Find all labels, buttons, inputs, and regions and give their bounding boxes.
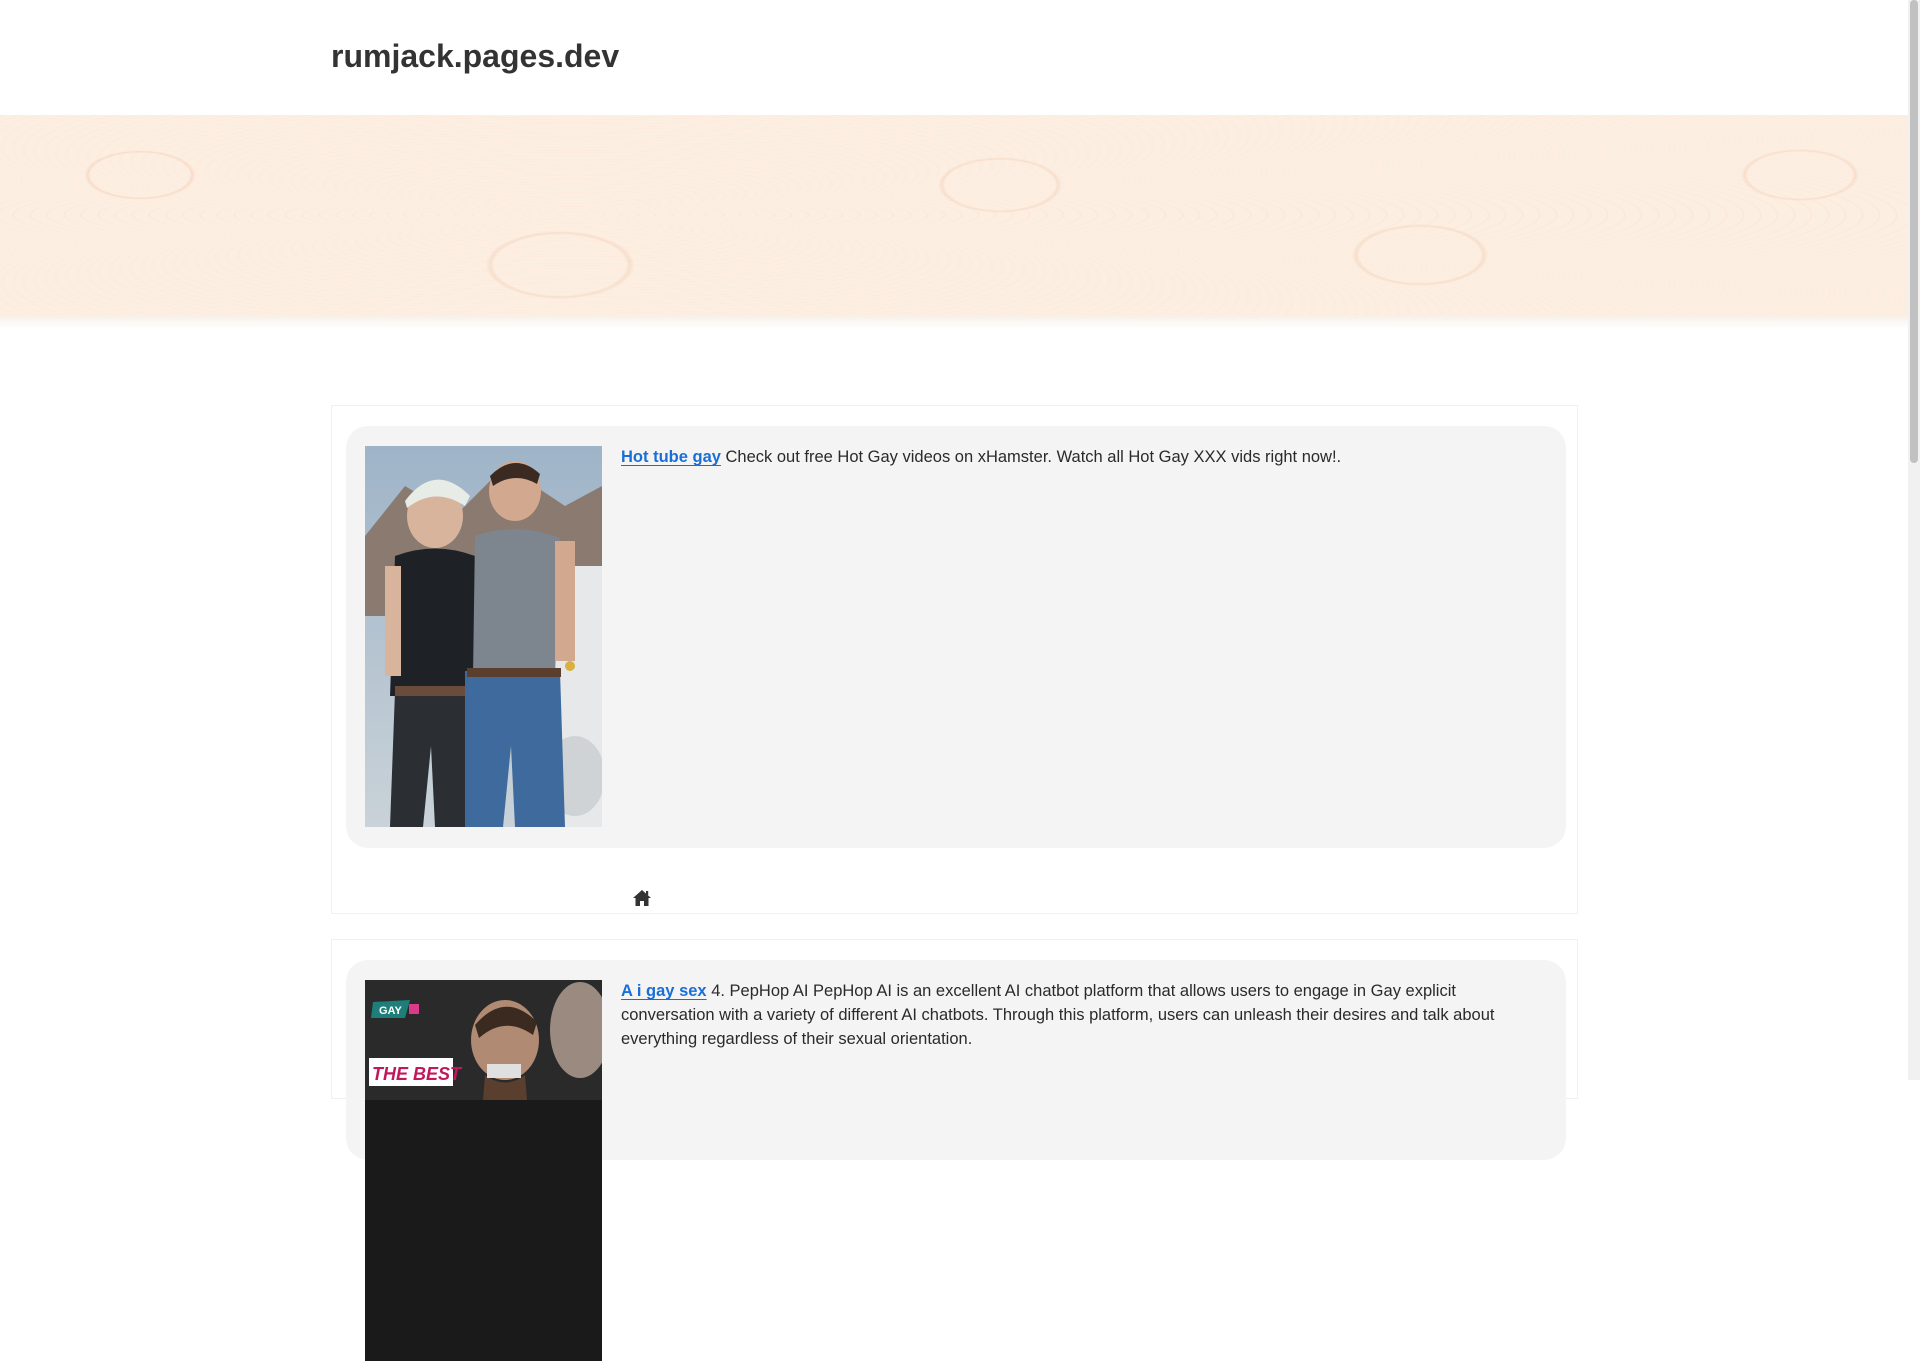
- post-summary: Hot tube gay Check out free Hot Gay vide…: [621, 445, 1546, 469]
- post-card-body: GAY THE BEST A i gay sex 4. PepHop AI Pe…: [346, 960, 1566, 1361]
- post-title-link[interactable]: Hot tube gay: [621, 448, 721, 466]
- post-card: GAY THE BEST A i gay sex 4. PepHop AI Pe…: [331, 939, 1578, 1361]
- photo-thumbnail-icon: [365, 446, 602, 827]
- post-description: 4. PepHop AI PepHop AI is an excellent A…: [621, 982, 1495, 1048]
- post-card-body: Hot tube gay Check out free Hot Gay vide…: [346, 426, 1566, 848]
- site-title[interactable]: rumjack.pages.dev: [331, 38, 619, 75]
- thumbnail-badge: GAY: [379, 1005, 402, 1017]
- post-description: Check out free Hot Gay videos on xHamste…: [720, 448, 1342, 466]
- thumbnail-headline: THE BEST: [372, 1064, 463, 1084]
- post-thumbnail[interactable]: [365, 446, 602, 827]
- banner-shadow: [0, 315, 1908, 329]
- photo-thumbnail-icon: GAY THE BEST: [365, 980, 602, 1361]
- post-summary: A i gay sex 4. PepHop AI PepHop AI is an…: [621, 979, 1546, 1051]
- scrollbar-track[interactable]: [1908, 0, 1920, 1080]
- post-card: Hot tube gay Check out free Hot Gay vide…: [331, 405, 1578, 914]
- home-icon[interactable]: [632, 889, 652, 907]
- banner: [0, 115, 1908, 315]
- site-header: rumjack.pages.dev: [0, 0, 1908, 115]
- post-title-link[interactable]: A i gay sex: [621, 982, 707, 1000]
- scrollbar-thumb[interactable]: [1910, 0, 1918, 463]
- post-thumbnail[interactable]: GAY THE BEST: [365, 980, 602, 1361]
